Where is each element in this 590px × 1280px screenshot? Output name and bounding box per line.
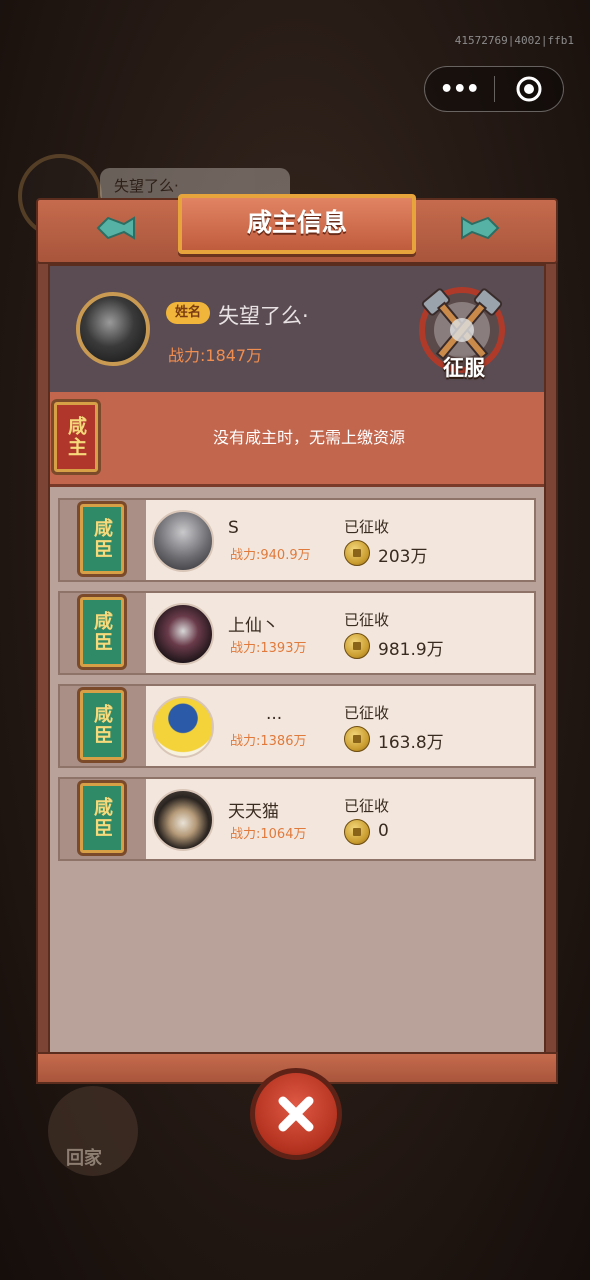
collected-amount: 163.8万 <box>378 733 444 753</box>
subject-power: 战力:940.9万 <box>230 548 311 563</box>
subject-name: 天天猫 <box>228 802 279 822</box>
collected-label: 已征收 <box>344 797 390 815</box>
notice-text: 没有咸主时，无需上缴资源 <box>212 428 405 447</box>
collected-amount: 203万 <box>378 547 428 567</box>
fish-right-icon <box>461 216 500 240</box>
subject-avatar <box>152 603 214 665</box>
coin-icon <box>344 540 370 566</box>
subject-name: ... <box>266 704 283 724</box>
list-item[interactable]: 咸臣 天天猫 战力:1064万 已征收 0 <box>58 777 536 861</box>
dialog-title: 咸主信息 <box>178 194 416 254</box>
subject-name: S <box>228 518 239 538</box>
lord-avatar <box>76 292 150 366</box>
list-item[interactable]: 咸臣 ... 战力:1386万 已征收 163.8万 <box>58 684 536 768</box>
collected-label: 已征收 <box>344 704 390 722</box>
collected-label: 已征收 <box>344 518 390 536</box>
collected-label: 已征收 <box>344 611 390 629</box>
collected-amount: 981.9万 <box>378 640 444 660</box>
subject-name: 上仙丶 <box>228 616 279 636</box>
collected-amount: 0 <box>378 821 389 841</box>
list-item[interactable]: 咸臣 上仙丶 战力:1393万 已征收 981.9万 <box>58 591 536 675</box>
close-miniprogram-icon[interactable] <box>495 76 564 102</box>
subject-avatar <box>152 789 214 851</box>
subject-power: 战力:1386万 <box>230 734 307 749</box>
subject-power: 战力:1064万 <box>230 827 307 842</box>
subject-plaque: 咸臣 <box>80 690 124 760</box>
subject-plaque: 咸臣 <box>80 783 124 853</box>
subject-power: 战力:1393万 <box>230 641 307 656</box>
home-label: 回家 <box>66 1148 102 1169</box>
debug-id-text: 41572769|4002|ffb1 <box>454 34 574 47</box>
subject-plaque: 咸臣 <box>80 504 124 574</box>
close-button[interactable] <box>250 1068 342 1160</box>
more-menu-icon[interactable]: ••• <box>425 77 494 102</box>
lord-name: 失望了么· <box>218 304 309 328</box>
coin-icon <box>344 819 370 845</box>
lord-power: 战力:1847万 <box>168 346 263 365</box>
lord-plaque: 咸主 <box>54 402 98 472</box>
subject-plaque: 咸臣 <box>80 597 124 667</box>
coin-icon <box>344 633 370 659</box>
coin-icon <box>344 726 370 752</box>
close-icon <box>278 1096 314 1132</box>
fish-left-icon <box>96 216 135 240</box>
subject-avatar <box>152 696 214 758</box>
mini-program-capsule: ••• <box>424 66 564 112</box>
list-item[interactable]: 咸臣 S 战力:940.9万 已征收 203万 <box>58 498 536 582</box>
conquer-button-label[interactable]: 征服 <box>436 352 492 382</box>
subject-avatar <box>152 510 214 572</box>
name-tag-badge: 姓名 <box>166 302 210 324</box>
